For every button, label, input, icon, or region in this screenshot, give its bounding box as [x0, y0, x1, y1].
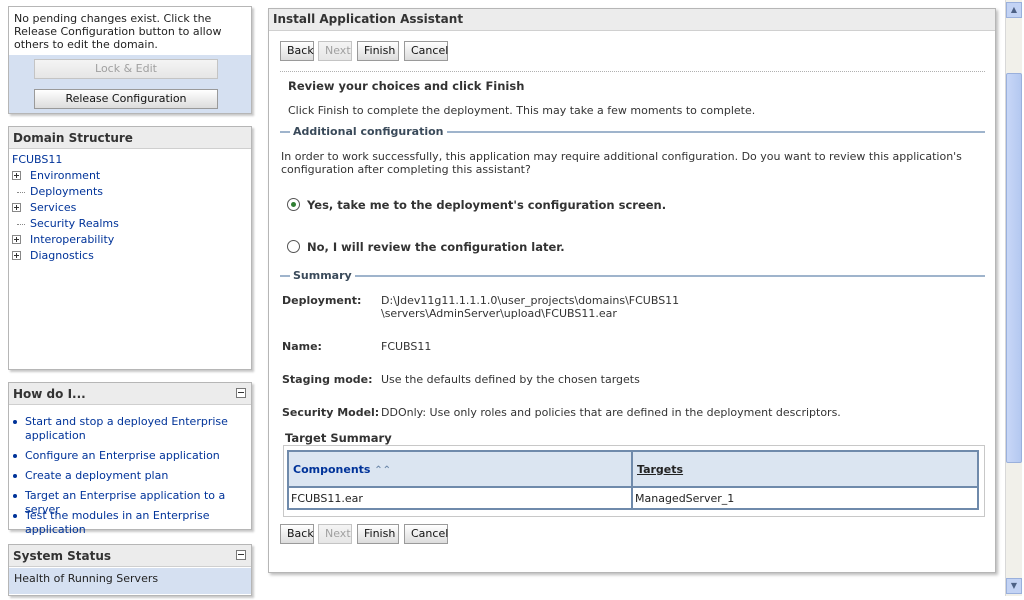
- assistant-title: Install Application Assistant: [269, 9, 995, 31]
- system-status-panel: System Status Health of Running Servers: [8, 544, 252, 596]
- release-configuration-button[interactable]: Release Configuration: [34, 89, 218, 109]
- back-button[interactable]: Back: [280, 524, 314, 544]
- domain-root-link[interactable]: FCUBS11: [12, 153, 62, 166]
- expand-plus-icon[interactable]: [12, 235, 21, 244]
- scroll-down-icon[interactable]: ▼: [1006, 578, 1022, 594]
- expand-plus-icon[interactable]: [12, 203, 21, 212]
- tree-connector: [17, 192, 25, 193]
- how-do-i-link[interactable]: Test the modules in an Enterprise applic…: [25, 509, 245, 537]
- tree-item-security-realms[interactable]: Security Realms: [30, 217, 119, 230]
- divider: [280, 71, 985, 72]
- next-button[interactable]: Next: [318, 524, 352, 544]
- how-do-i-link[interactable]: Start and stop a deployed Enterprise app…: [25, 415, 245, 443]
- bullet-icon: [13, 454, 17, 458]
- scrollbar-thumb[interactable]: [1006, 73, 1022, 463]
- security-model-label: Security Model:: [282, 406, 379, 419]
- name-label: Name:: [282, 340, 322, 353]
- option-no-label[interactable]: No, I will review the configuration late…: [307, 240, 565, 254]
- tree-item-interoperability[interactable]: Interoperability: [30, 233, 114, 246]
- targets-header-label: Targets: [637, 463, 683, 476]
- next-button[interactable]: Next: [318, 41, 352, 61]
- additional-config-text: In order to work successfully, this appl…: [281, 150, 981, 176]
- tree-item-environment[interactable]: Environment: [30, 169, 100, 182]
- review-text: Click Finish to complete the deployment.…: [288, 104, 755, 117]
- change-center-panel: No pending changes exist. Click the Rele…: [8, 6, 252, 114]
- summary-title: Summary: [290, 269, 355, 282]
- targets-column-header[interactable]: Targets: [632, 451, 978, 487]
- bullet-icon: [13, 494, 17, 498]
- finish-button[interactable]: Finish: [357, 41, 399, 61]
- bullet-icon: [13, 474, 17, 478]
- sort-ascending-icon[interactable]: ⌃⌃: [374, 465, 391, 476]
- option-yes-label[interactable]: Yes, take me to the deployment's configu…: [307, 198, 666, 212]
- target-cell: ManagedServer_1: [632, 487, 978, 509]
- health-running-servers: Health of Running Servers: [9, 568, 251, 594]
- how-do-i-link[interactable]: Configure an Enterprise application: [25, 449, 245, 463]
- deployment-path-line1: D:\Jdev11g11.1.1.1.0\user_projects\domai…: [381, 294, 679, 307]
- scroll-up-icon[interactable]: ▲: [1006, 2, 1022, 18]
- target-summary-title: Target Summary: [285, 431, 392, 445]
- bullet-icon: [13, 420, 17, 424]
- expand-plus-icon[interactable]: [12, 171, 21, 180]
- domain-structure-panel: Domain Structure FCUBS11 Environment Depl…: [8, 126, 252, 370]
- components-header-label: Components: [293, 463, 370, 476]
- review-heading: Review your choices and click Finish: [288, 79, 524, 93]
- tree-connector: [17, 224, 25, 225]
- staging-mode-value: Use the defaults defined by the chosen t…: [381, 373, 640, 386]
- radio-no[interactable]: [287, 240, 300, 253]
- how-do-i-panel: How do I... Start and stop a deployed En…: [8, 382, 252, 530]
- domain-structure-title: Domain Structure: [9, 127, 251, 149]
- table-row: FCUBS11.ear ManagedServer_1: [288, 487, 978, 509]
- cancel-button[interactable]: Cancel: [404, 524, 448, 544]
- target-summary-table: Components ⌃⌃ Targets FCUBS11.ear Manage…: [287, 450, 979, 510]
- lock-edit-button[interactable]: Lock & Edit: [34, 59, 218, 79]
- cancel-button[interactable]: Cancel: [404, 41, 448, 61]
- staging-mode-label: Staging mode:: [282, 373, 373, 386]
- deployment-path-line2: \servers\AdminServer\upload\FCUBS11.ear: [381, 307, 617, 320]
- how-do-i-link[interactable]: Create a deployment plan: [25, 469, 245, 483]
- finish-button[interactable]: Finish: [357, 524, 399, 544]
- system-status-title: System Status: [9, 545, 251, 567]
- bullet-icon: [13, 514, 17, 518]
- radio-yes[interactable]: [287, 198, 300, 211]
- back-button[interactable]: Back: [280, 41, 314, 61]
- change-center-message: No pending changes exist. Click the Rele…: [14, 12, 250, 51]
- component-cell: FCUBS11.ear: [288, 487, 632, 509]
- additional-config-title: Additional configuration: [290, 125, 447, 138]
- tree-item-services[interactable]: Services: [30, 201, 76, 214]
- collapse-icon[interactable]: [236, 388, 246, 398]
- name-value: FCUBS11: [381, 340, 431, 353]
- section-line: [280, 275, 985, 277]
- components-column-header[interactable]: Components ⌃⌃: [288, 451, 632, 487]
- how-do-i-title: How do I...: [9, 383, 251, 405]
- tree-item-diagnostics[interactable]: Diagnostics: [30, 249, 94, 262]
- collapse-icon[interactable]: [236, 550, 246, 560]
- deployment-label: Deployment:: [282, 294, 361, 307]
- tree-item-deployments[interactable]: Deployments: [30, 185, 103, 198]
- install-assistant-panel: Install Application Assistant Back Next …: [268, 8, 996, 573]
- security-model-value: DDOnly: Use only roles and policies that…: [381, 406, 841, 419]
- expand-plus-icon[interactable]: [12, 251, 21, 260]
